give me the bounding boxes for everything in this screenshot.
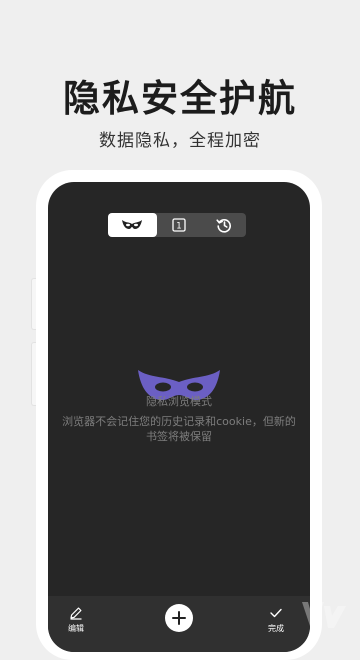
mode-tabbar: 1 — [108, 213, 246, 237]
bottom-toolbar: 编辑 完成 — [48, 596, 310, 652]
tab-private-mode[interactable] — [108, 213, 157, 237]
watermark-logo — [302, 602, 346, 628]
pencil-icon — [70, 607, 82, 620]
tab-history[interactable] — [201, 213, 246, 237]
edit-label: 编辑 — [68, 624, 84, 633]
mask-icon — [122, 220, 143, 229]
edit-button[interactable]: 编辑 — [68, 606, 84, 634]
tab-count: 1 — [176, 222, 181, 232]
done-button[interactable]: 完成 — [268, 606, 284, 634]
tab-count-icon: 1 — [172, 218, 186, 232]
empty-state-title: 隐私浏览模式 — [146, 395, 212, 408]
done-label: 完成 — [268, 624, 284, 633]
headline: 隐私安全护航 — [63, 77, 297, 120]
checkmark-icon — [270, 608, 282, 618]
tab-open-tabs[interactable]: 1 — [157, 213, 202, 237]
empty-state-description: 浏览器不会记住您的历史记录和cookie，但新的书签将被保留 — [62, 415, 296, 443]
history-icon — [216, 219, 231, 233]
subheadline: 数据隐私，全程加密 — [99, 131, 261, 151]
plus-icon — [172, 611, 186, 625]
phone-screen: 1 隐私浏览模式 浏览器不会记住您的历史记录和cookie，但新的书签将被保留 … — [48, 182, 310, 652]
add-tab-button[interactable] — [165, 604, 193, 632]
